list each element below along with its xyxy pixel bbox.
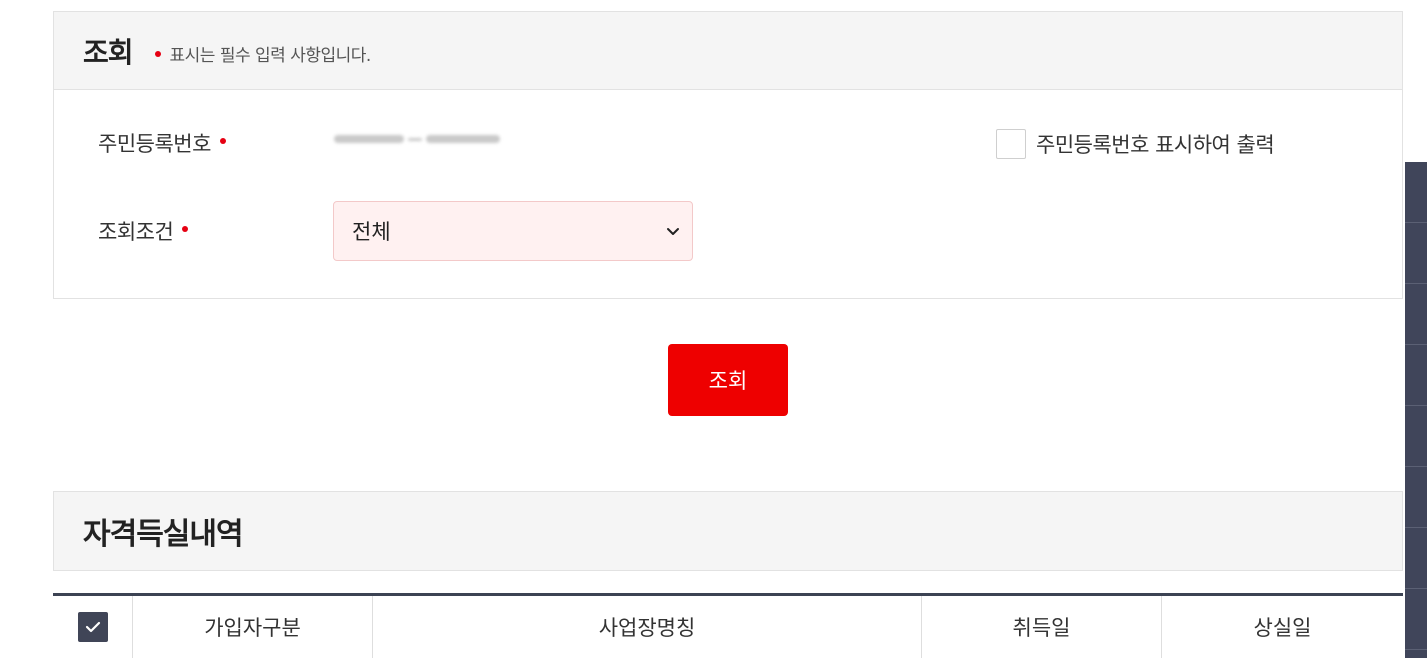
condition-label: 조회조건 xyxy=(98,216,189,246)
results-table-header: 가입자구분 사업장명칭 취득일 상실일 xyxy=(53,593,1403,658)
quick-menu-item[interactable] xyxy=(1405,162,1427,223)
quick-menu-bar xyxy=(1405,162,1427,658)
condition-select-value: 전체 xyxy=(352,220,391,244)
blurred-text xyxy=(426,135,500,143)
column-header-workplace-name[interactable]: 사업장명칭 xyxy=(373,596,922,658)
quick-menu-item[interactable] xyxy=(1405,467,1427,528)
blurred-text xyxy=(334,135,404,143)
page: 조회 표시는 필수 입력 사항입니다. 주민등록번호 주민등록번호 표시하여 출… xyxy=(0,0,1427,658)
search-panel: 조회 표시는 필수 입력 사항입니다. 주민등록번호 주민등록번호 표시하여 출… xyxy=(53,11,1403,299)
results-header: 자격득실내역 xyxy=(53,491,1403,571)
quick-menu-item[interactable] xyxy=(1405,528,1427,589)
print-option[interactable]: 주민등록번호 표시하여 출력 xyxy=(996,129,1275,159)
condition-label-text: 조회조건 xyxy=(98,220,174,244)
required-note: 표시는 필수 입력 사항입니다. xyxy=(154,41,372,66)
blurred-text xyxy=(408,137,422,141)
search-panel-header: 조회 표시는 필수 입력 사항입니다. xyxy=(54,12,1402,90)
search-panel-title: 조회 xyxy=(83,35,134,69)
quick-menu-item[interactable] xyxy=(1405,223,1427,284)
quick-menu-item[interactable] xyxy=(1405,589,1427,650)
select-all-cell xyxy=(53,596,133,658)
results-title: 자격득실내역 xyxy=(83,517,244,552)
required-dot-icon xyxy=(219,138,226,144)
required-note-text: 표시는 필수 입력 사항입니다. xyxy=(169,46,372,66)
condition-select[interactable]: 전체 xyxy=(333,201,693,261)
check-icon xyxy=(85,621,100,633)
quick-menu-item[interactable] xyxy=(1405,284,1427,345)
column-header-acquire-date[interactable]: 취득일 xyxy=(922,596,1162,658)
search-button[interactable]: 조회 xyxy=(668,344,788,416)
column-header-member-type[interactable]: 가입자구분 xyxy=(133,596,373,658)
quick-menu-item[interactable] xyxy=(1405,345,1427,406)
column-header-loss-date[interactable]: 상실일 xyxy=(1162,596,1403,658)
rrn-value-masked xyxy=(334,130,502,148)
print-rrn-checkbox[interactable] xyxy=(996,129,1026,159)
rrn-label-text: 주민등록번호 xyxy=(98,132,211,156)
select-all-checkbox[interactable] xyxy=(77,612,108,642)
print-option-label: 주민등록번호 표시하여 출력 xyxy=(1036,133,1275,157)
chevron-down-icon xyxy=(667,228,679,235)
rrn-label: 주민등록번호 xyxy=(98,128,226,158)
quick-menu-item[interactable] xyxy=(1405,406,1427,467)
required-dot-icon xyxy=(182,226,189,232)
required-dot-icon xyxy=(154,50,161,57)
